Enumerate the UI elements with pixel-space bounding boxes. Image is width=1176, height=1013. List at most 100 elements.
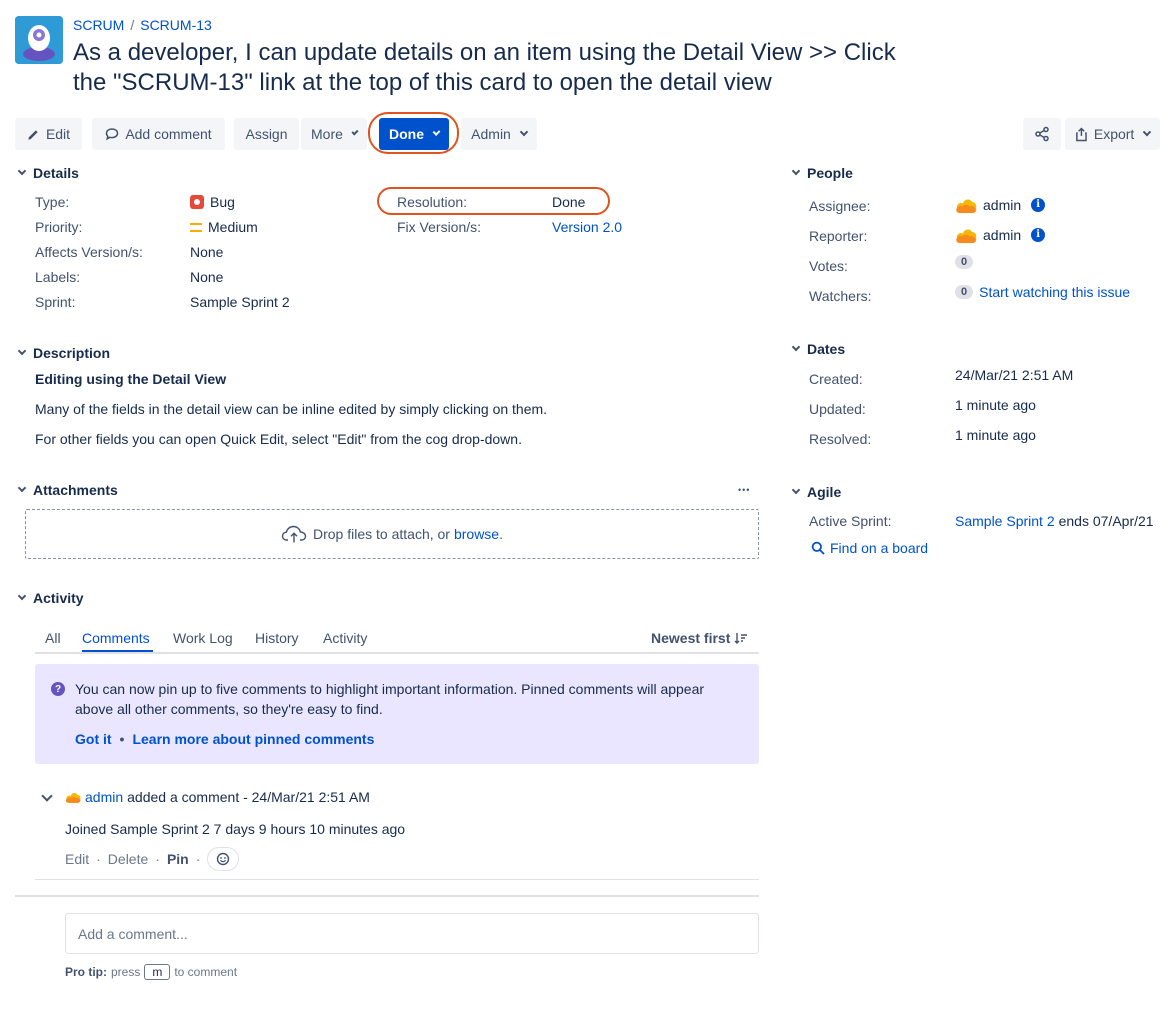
description-paragraph-2: For other fields you can open Quick Edit… [35,431,522,447]
attachments-section-toggle[interactable]: Attachments [17,482,118,498]
collapse-comment-icon[interactable] [41,790,53,802]
description-section-toggle[interactable]: Description [17,345,110,361]
chevron-down-icon [791,485,801,495]
labels-value[interactable]: None [190,269,223,285]
tab-activity[interactable]: Activity [323,630,367,646]
dropzone-text: Drop files to attach, or [313,526,450,542]
comment-header: admin added a comment - 24/Mar/21 2:51 A… [65,789,370,805]
search-icon [811,541,825,555]
comment-icon [106,128,119,141]
details-section-toggle[interactable]: Details [17,165,79,181]
people-section-toggle[interactable]: People [791,165,853,181]
active-sprint-link[interactable]: Sample Sprint 2 [955,513,1055,529]
activity-heading: Activity [33,590,84,606]
watchers-count-badge[interactable]: 0 [955,285,974,299]
comment-delete-link[interactable]: Delete [108,851,148,867]
project-avatar-icon[interactable] [15,16,63,64]
active-sprint-label: Active Sprint: [809,513,892,529]
reporter-name: admin [983,227,1022,243]
sort-toggle[interactable]: Newest first [651,630,748,646]
active-sprint-value: Sample Sprint 2 ends 07/Apr/21 [955,513,1154,529]
info-icon[interactable]: i [1031,228,1046,242]
sprint-value[interactable]: Sample Sprint 2 [190,294,290,310]
highlight-oval-resolution [377,187,610,215]
description-paragraph-1: Many of the fields in the detail view ca… [35,401,548,417]
breadcrumb: SCRUM / SCRUM-13 [73,17,212,33]
labels-label: Labels: [35,269,81,285]
activity-section-toggle[interactable]: Activity [17,590,84,606]
admin-button[interactable]: Admin [461,118,537,150]
info-icon[interactable]: i [1031,198,1046,212]
chevron-down-icon [1143,127,1152,137]
pinned-info-actions: Got it • Learn more about pinned comment… [75,731,374,747]
attachments-more-button[interactable]: ••• [738,485,750,495]
user-avatar-icon [956,199,977,213]
assignee-value[interactable]: admin i [955,196,1046,214]
tab-all[interactable]: All [45,630,61,646]
chevron-down-icon [791,166,801,176]
dates-section-toggle[interactable]: Dates [791,341,845,357]
tabs-divider [35,652,759,654]
votes-count-badge: 0 [955,255,974,269]
edit-button-label: Edit [45,126,71,142]
comment-author-link[interactable]: admin [85,789,123,805]
more-button[interactable]: More [301,118,367,150]
learn-more-pinned-link[interactable]: Learn more about pinned comments [132,731,374,747]
pro-tip-press: press [111,965,141,979]
breadcrumb-issue-key[interactable]: SCRUM-13 [140,17,212,33]
admin-button-label: Admin [471,126,511,142]
active-sprint-end: ends 07/Apr/21 [1058,513,1154,529]
got-it-link[interactable]: Got it [75,731,112,747]
agile-section-toggle[interactable]: Agile [791,484,841,500]
issue-title[interactable]: As a developer, I can update details on … [73,38,933,98]
assign-button[interactable]: Assign [234,118,299,150]
created-label: Created: [809,371,863,387]
share-button[interactable] [1023,118,1061,150]
breadcrumb-project[interactable]: SCRUM [73,17,124,33]
export-button[interactable]: Export [1065,118,1160,150]
comment-edit-link[interactable]: Edit [65,851,89,867]
comment-body: Joined Sample Sprint 2 7 days 9 hours 10… [65,821,406,837]
fix-version-link[interactable]: Version 2.0 [552,219,622,235]
resolved-label: Resolved: [809,431,872,447]
chevron-down-icon [17,166,27,176]
action-separator: • [119,731,125,747]
start-watching-link[interactable]: Start watching this issue [979,284,1130,300]
edit-button[interactable]: Edit [15,118,82,150]
share-icon [1035,126,1049,142]
find-on-board-link[interactable]: Find on a board [811,540,928,556]
find-on-board-label: Find on a board [830,540,929,556]
tab-history[interactable]: History [255,630,299,646]
priority-value[interactable]: Medium [190,219,258,235]
affects-version-value[interactable]: None [190,244,223,260]
comment-meta: added a comment - 24/Mar/21 2:51 AM [127,789,370,805]
chevron-down-icon [519,127,529,137]
browse-link[interactable]: browse [454,526,499,542]
assign-button-label: Assign [245,126,288,142]
affects-version-label: Affects Version/s: [35,244,143,260]
keyboard-shortcut-key: m [144,964,171,980]
emoji-icon [217,852,230,866]
tab-comments[interactable]: Comments [82,630,150,646]
add-comment-button-label: Add comment [125,126,212,142]
assignee-name: admin [983,197,1022,213]
reporter-value[interactable]: admin i [955,226,1046,244]
type-value[interactable]: Bug [190,194,235,210]
votes-label: Votes: [809,258,848,274]
type-label: Type: [35,194,70,210]
add-comment-button[interactable]: Add comment [92,118,225,150]
upload-cloud-icon [281,525,307,543]
active-tab-indicator [82,650,153,652]
watchers-value: 0 Start watching this issue [955,284,1130,300]
sort-icon [734,633,748,644]
add-comment-input[interactable]: Add a comment... [65,913,759,954]
add-reaction-button[interactable] [207,847,240,871]
comment-pin-link[interactable]: Pin [167,851,189,867]
action-separator: · [195,851,201,867]
reporter-label: Reporter: [809,228,868,244]
attachment-dropzone[interactable]: Drop files to attach, or browse. [25,509,759,559]
user-avatar-icon [956,229,977,243]
tab-work-log[interactable]: Work Log [173,630,233,646]
votes-value[interactable]: 0 [955,255,974,269]
details-heading: Details [33,165,79,181]
